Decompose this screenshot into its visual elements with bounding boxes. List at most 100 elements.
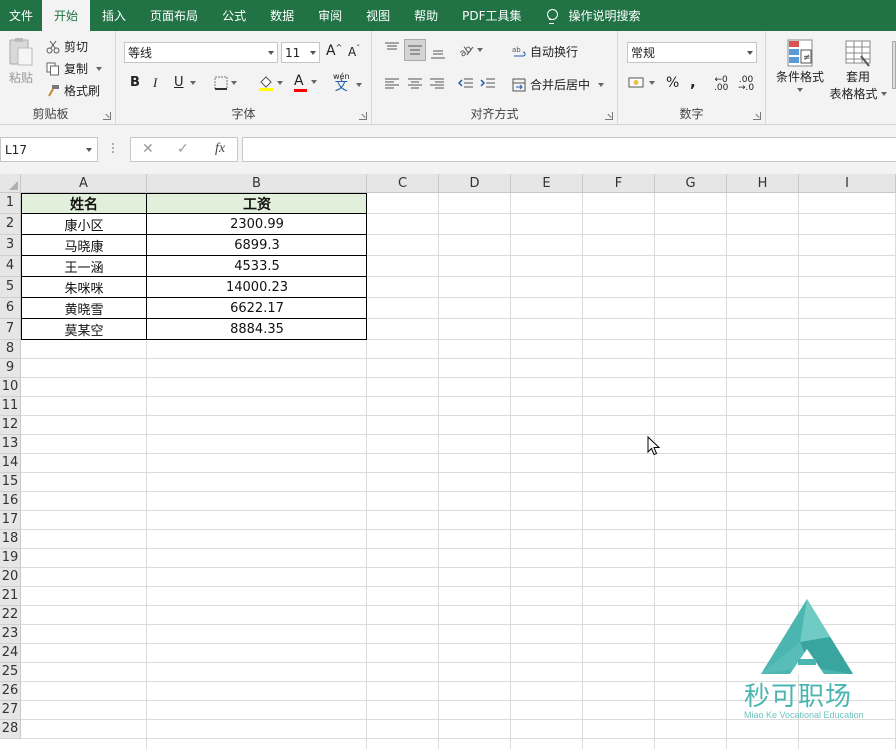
tab-pdf-tools[interactable]: PDF工具集: [450, 0, 533, 31]
column-header-i[interactable]: I: [799, 174, 896, 193]
row-header-26[interactable]: 26: [0, 682, 21, 701]
column-header-a[interactable]: A: [21, 174, 147, 193]
font-size-select[interactable]: 11: [281, 42, 320, 63]
table-cell[interactable]: 康小区: [21, 214, 147, 235]
insert-function-icon[interactable]: fx: [215, 141, 225, 157]
table-cell[interactable]: 马晓康: [21, 235, 147, 256]
row-header-14[interactable]: 14: [0, 454, 21, 473]
table-cell[interactable]: 黄晓雪: [21, 298, 147, 319]
row-header-5[interactable]: 5: [0, 277, 21, 298]
format-painter-button[interactable]: 格式刷: [46, 82, 100, 99]
font-name-select[interactable]: 等线: [124, 42, 278, 63]
decrease-font-button[interactable]: Aˇ: [348, 44, 360, 60]
row-header-28[interactable]: 28: [0, 720, 21, 739]
table-cell[interactable]: 2300.99: [147, 214, 367, 235]
tab-home[interactable]: 开始: [42, 0, 91, 31]
increase-decimal-button[interactable]: ←0.00: [714, 76, 728, 93]
column-header-h[interactable]: H: [727, 174, 799, 193]
tab-review[interactable]: 审阅: [306, 0, 354, 31]
conditional-formatting-button[interactable]: ≠ 条件格式: [774, 38, 826, 92]
row-header-19[interactable]: 19: [0, 549, 21, 568]
merge-center-button[interactable]: 合并后居中: [512, 76, 605, 93]
format-as-table-button[interactable]: 套用 表格格式: [828, 38, 888, 102]
tab-help[interactable]: 帮助: [402, 0, 450, 31]
row-header-11[interactable]: 11: [0, 397, 21, 416]
tab-file[interactable]: 文件: [0, 0, 42, 31]
select-all-button[interactable]: [0, 174, 21, 193]
row-header-21[interactable]: 21: [0, 587, 21, 606]
underline-button[interactable]: U: [174, 75, 196, 90]
tab-view[interactable]: 视图: [354, 0, 402, 31]
table-cell[interactable]: 14000.23: [147, 277, 367, 298]
row-header-9[interactable]: 9: [0, 359, 21, 378]
font-launcher-icon[interactable]: [359, 112, 367, 120]
clipboard-launcher-icon[interactable]: [103, 112, 111, 120]
number-launcher-icon[interactable]: [753, 112, 761, 120]
column-header-g[interactable]: G: [655, 174, 727, 193]
row-header-10[interactable]: 10: [0, 378, 21, 397]
cancel-icon[interactable]: ✕: [142, 141, 154, 157]
accounting-format-button[interactable]: [628, 76, 655, 90]
row-header-23[interactable]: 23: [0, 625, 21, 644]
comma-button[interactable]: ,: [690, 73, 696, 91]
table-header-cell[interactable]: 姓名: [21, 193, 147, 214]
align-middle-button[interactable]: [404, 39, 426, 61]
table-cell[interactable]: 8884.35: [147, 319, 367, 340]
increase-indent-icon[interactable]: [480, 77, 496, 91]
table-cell[interactable]: 王一涵: [21, 256, 147, 277]
row-header-22[interactable]: 22: [0, 606, 21, 625]
row-header-8[interactable]: 8: [0, 340, 21, 359]
align-top-icon[interactable]: [384, 42, 400, 56]
align-bottom-icon[interactable]: [430, 46, 446, 60]
drag-handle-icon[interactable]: [112, 143, 115, 155]
borders-button[interactable]: [214, 76, 237, 90]
fill-color-button[interactable]: [258, 75, 283, 91]
orientation-button[interactable]: ab: [458, 43, 483, 57]
row-header-3[interactable]: 3: [0, 235, 21, 256]
column-header-c[interactable]: C: [367, 174, 439, 193]
wrap-text-button[interactable]: ab 自动换行: [512, 43, 578, 60]
bold-button[interactable]: B: [130, 75, 140, 90]
tell-me-search[interactable]: 操作说明搜索: [534, 0, 653, 31]
row-header-18[interactable]: 18: [0, 530, 21, 549]
tab-formulas[interactable]: 公式: [210, 0, 258, 31]
table-cell[interactable]: 4533.5: [147, 256, 367, 277]
font-color-button[interactable]: A: [294, 74, 317, 92]
table-cell[interactable]: 6622.17: [147, 298, 367, 319]
row-header-17[interactable]: 17: [0, 511, 21, 530]
table-cell[interactable]: 6899.3: [147, 235, 367, 256]
column-header-e[interactable]: E: [511, 174, 583, 193]
column-header-d[interactable]: D: [439, 174, 511, 193]
align-left-icon[interactable]: [384, 77, 400, 91]
cut-button[interactable]: 剪切: [46, 38, 88, 55]
italic-button[interactable]: I: [153, 75, 157, 91]
row-header-25[interactable]: 25: [0, 663, 21, 682]
row-header-4[interactable]: 4: [0, 256, 21, 277]
row-header-12[interactable]: 12: [0, 416, 21, 435]
align-right-icon[interactable]: [429, 77, 445, 91]
phonetic-button[interactable]: wén 文: [333, 72, 350, 93]
row-header-27[interactable]: 27: [0, 701, 21, 720]
copy-button[interactable]: 复制: [46, 60, 103, 77]
row-header-24[interactable]: 24: [0, 644, 21, 663]
tab-data[interactable]: 数据: [258, 0, 306, 31]
number-format-select[interactable]: 常规: [627, 42, 757, 63]
table-header-cell[interactable]: 工资: [147, 193, 367, 214]
row-header-7[interactable]: 7: [0, 319, 21, 340]
increase-font-button[interactable]: A ^: [326, 43, 342, 60]
decrease-decimal-button[interactable]: .00 →.0: [738, 76, 754, 93]
table-cell[interactable]: 莫某空: [21, 319, 147, 340]
percent-button[interactable]: %: [666, 75, 679, 91]
decrease-indent-icon[interactable]: [458, 77, 474, 91]
row-header-13[interactable]: 13: [0, 435, 21, 454]
align-center-icon[interactable]: [407, 77, 423, 91]
row-header-15[interactable]: 15: [0, 473, 21, 492]
row-header-16[interactable]: 16: [0, 492, 21, 511]
table-cell[interactable]: 朱咪咪: [21, 277, 147, 298]
formula-input[interactable]: [242, 137, 896, 162]
row-header-2[interactable]: 2: [0, 214, 21, 235]
column-header-f[interactable]: F: [583, 174, 655, 193]
alignment-launcher-icon[interactable]: [605, 112, 613, 120]
column-header-b[interactable]: B: [147, 174, 367, 193]
name-box[interactable]: L17: [0, 137, 98, 162]
